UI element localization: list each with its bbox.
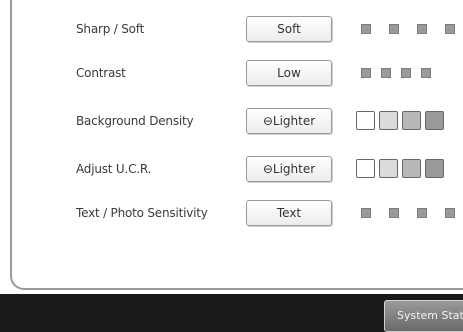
contrast-button[interactable]: Low (246, 60, 332, 86)
level-step (381, 68, 391, 78)
level-step (379, 159, 398, 178)
settings-panel: Sharp / Soft Soft Contrast Low Backgroun… (10, 0, 463, 290)
level-step (417, 24, 427, 34)
level-step (445, 24, 455, 34)
level-step (425, 111, 444, 130)
bottom-status-bar: System Status (0, 294, 463, 332)
level-step (402, 159, 421, 178)
setting-row-text-photo-sensitivity: Text / Photo Sensitivity Text (12, 198, 463, 232)
level-step (417, 208, 427, 218)
level-step (361, 68, 371, 78)
setting-row-background-density: Background Density ⊖Lighter (12, 106, 463, 140)
level-step (379, 111, 398, 130)
setting-row-contrast: Contrast Low (12, 58, 463, 92)
adjust-ucr-button[interactable]: ⊖Lighter (246, 156, 332, 182)
level-step (425, 159, 444, 178)
level-step (389, 24, 399, 34)
level-step (389, 208, 399, 218)
level-step (361, 24, 371, 34)
system-status-button[interactable]: System Status (384, 300, 463, 332)
setting-label: Adjust U.C.R. (76, 162, 152, 176)
setting-row-adjust-ucr: Adjust U.C.R. ⊖Lighter (12, 154, 463, 188)
sharp-soft-button[interactable]: Soft (246, 16, 332, 42)
level-step (356, 111, 375, 130)
background-density-button[interactable]: ⊖Lighter (246, 108, 332, 134)
level-step (421, 68, 431, 78)
setting-label: Sharp / Soft (76, 22, 145, 36)
setting-row-sharp-soft: Sharp / Soft Soft (12, 14, 463, 48)
text-photo-sensitivity-button[interactable]: Text (246, 200, 332, 226)
level-step (361, 208, 371, 218)
level-step (402, 111, 421, 130)
level-step (356, 159, 375, 178)
setting-label: Background Density (76, 114, 194, 128)
setting-label: Text / Photo Sensitivity (76, 206, 208, 220)
setting-label: Contrast (76, 66, 126, 80)
level-step (401, 68, 411, 78)
level-step (445, 208, 455, 218)
